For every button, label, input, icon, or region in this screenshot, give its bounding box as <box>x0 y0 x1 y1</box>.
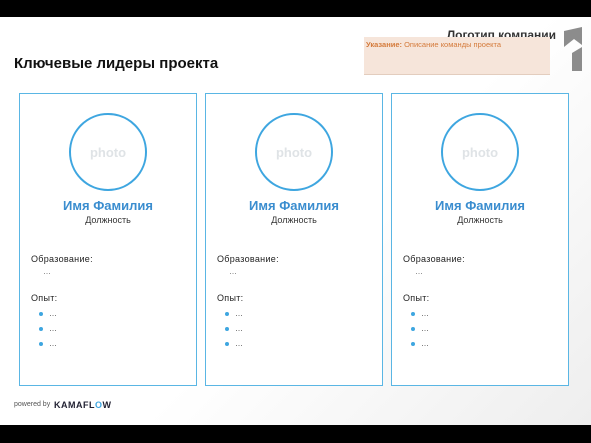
photo-placeholder[interactable]: photo <box>255 113 333 191</box>
bullet-icon <box>39 326 43 331</box>
leader-name: Имя Фамилия <box>249 198 339 213</box>
bullet-icon <box>225 311 229 316</box>
experience-item: … <box>421 339 429 348</box>
list-item: … <box>39 306 57 321</box>
note-text: Описание команды проекта <box>402 40 502 49</box>
leader-position: Должность <box>85 215 131 225</box>
experience-label: Опыт: <box>403 293 430 303</box>
experience-list: … … … <box>39 306 57 351</box>
leader-position: Должность <box>457 215 503 225</box>
photo-placeholder[interactable]: photo <box>441 113 519 191</box>
experience-item: … <box>235 339 243 348</box>
brand-text: KAMAFL <box>54 400 95 410</box>
page-title: Ключевые лидеры проекта <box>14 55 219 72</box>
brand-end: W <box>102 400 112 410</box>
bullet-icon <box>411 326 415 331</box>
experience-item: … <box>49 309 57 318</box>
education-value: … <box>415 267 423 276</box>
education-label: Образование: <box>217 254 279 264</box>
experience-label: Опыт: <box>31 293 58 303</box>
instruction-note: Указание: Описание команды проекта <box>364 37 550 75</box>
experience-item: … <box>421 324 429 333</box>
kamaflow-logo[interactable]: KAMAFLOW <box>54 400 112 410</box>
education-value: … <box>229 267 237 276</box>
experience-item: … <box>235 324 243 333</box>
leader-card: photo Имя Фамилия Должность Образование:… <box>205 93 383 386</box>
experience-label: Опыт: <box>217 293 244 303</box>
list-item: … <box>411 336 429 351</box>
photo-placeholder[interactable]: photo <box>69 113 147 191</box>
experience-item: … <box>49 339 57 348</box>
list-item: … <box>39 336 57 351</box>
bullet-icon <box>39 341 43 346</box>
bullet-icon <box>411 311 415 316</box>
bullet-icon <box>225 326 229 331</box>
company-logo-icon <box>564 27 582 71</box>
leader-position: Должность <box>271 215 317 225</box>
leader-card: photo Имя Фамилия Должность Образование:… <box>19 93 197 386</box>
slide: Ключевые лидеры проекта Логотип компании… <box>0 17 591 425</box>
bullet-icon <box>411 341 415 346</box>
experience-list: … … … <box>225 306 243 351</box>
bullet-icon <box>39 311 43 316</box>
powered-by-label: powered by <box>14 401 51 408</box>
list-item: … <box>225 306 243 321</box>
list-item: … <box>225 336 243 351</box>
brand-o: O <box>95 400 103 410</box>
leader-card: photo Имя Фамилия Должность Образование:… <box>391 93 569 386</box>
experience-item: … <box>49 324 57 333</box>
education-label: Образование: <box>403 254 465 264</box>
bullet-icon <box>225 341 229 346</box>
list-item: … <box>39 321 57 336</box>
list-item: … <box>411 321 429 336</box>
leader-name: Имя Фамилия <box>63 198 153 213</box>
education-value: … <box>43 267 51 276</box>
experience-item: … <box>235 309 243 318</box>
leader-name: Имя Фамилия <box>435 198 525 213</box>
experience-item: … <box>421 309 429 318</box>
list-item: … <box>225 321 243 336</box>
list-item: … <box>411 306 429 321</box>
experience-list: … … … <box>411 306 429 351</box>
note-label: Указание: <box>366 40 403 49</box>
education-label: Образование: <box>31 254 93 264</box>
